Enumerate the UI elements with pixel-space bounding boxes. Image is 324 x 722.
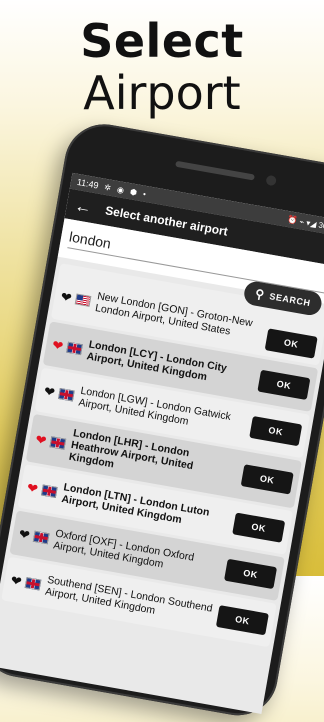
- heart-icon[interactable]: ❤: [60, 288, 73, 305]
- phone-screen: 11:49 ✲ ◉ ⬢ • ⏰ ⌁ ▾◢ 30% ▮ ← Select anot…: [0, 172, 324, 714]
- phone-speaker: [175, 160, 255, 181]
- us-flag-icon: [74, 292, 92, 307]
- uk-flag-icon: [40, 484, 58, 498]
- ok-button[interactable]: OK: [224, 558, 278, 590]
- search-button-label: SEARCH: [268, 291, 312, 309]
- uk-flag-icon: [49, 435, 67, 450]
- uk-flag-icon: [32, 530, 50, 544]
- magnifier-icon: ⚲: [254, 286, 266, 303]
- heart-icon[interactable]: ❤: [51, 337, 64, 354]
- ok-button[interactable]: OK: [240, 464, 294, 495]
- ok-button[interactable]: OK: [215, 605, 269, 636]
- uk-flag-icon: [66, 341, 83, 355]
- uk-flag-icon: [24, 576, 42, 591]
- ok-button[interactable]: OK: [257, 369, 311, 401]
- ok-button[interactable]: OK: [249, 415, 303, 447]
- uk-flag-icon: [58, 387, 75, 401]
- ok-button[interactable]: OK: [264, 328, 318, 359]
- phone-camera: [265, 174, 277, 187]
- phone-frame: 11:49 ✲ ◉ ⬢ • ⏰ ⌁ ▾◢ 30% ▮ ← Select anot…: [0, 118, 324, 722]
- promo-title-line2: Airport: [83, 66, 241, 120]
- heart-icon[interactable]: ❤: [18, 526, 31, 543]
- status-time: 11:49: [76, 176, 100, 191]
- promo-heading: Select Airport: [0, 14, 324, 118]
- ok-button[interactable]: OK: [232, 512, 286, 543]
- results-list: ❤ New London [GON] - Groton-New London Ai…: [0, 257, 324, 648]
- promo-title-line1: Select: [80, 14, 244, 68]
- heart-icon[interactable]: ❤: [43, 383, 56, 400]
- heart-icon[interactable]: ❤: [34, 431, 47, 448]
- arrow-left-icon[interactable]: ←: [73, 195, 93, 217]
- heart-icon[interactable]: ❤: [10, 572, 23, 589]
- heart-icon[interactable]: ❤: [26, 479, 39, 496]
